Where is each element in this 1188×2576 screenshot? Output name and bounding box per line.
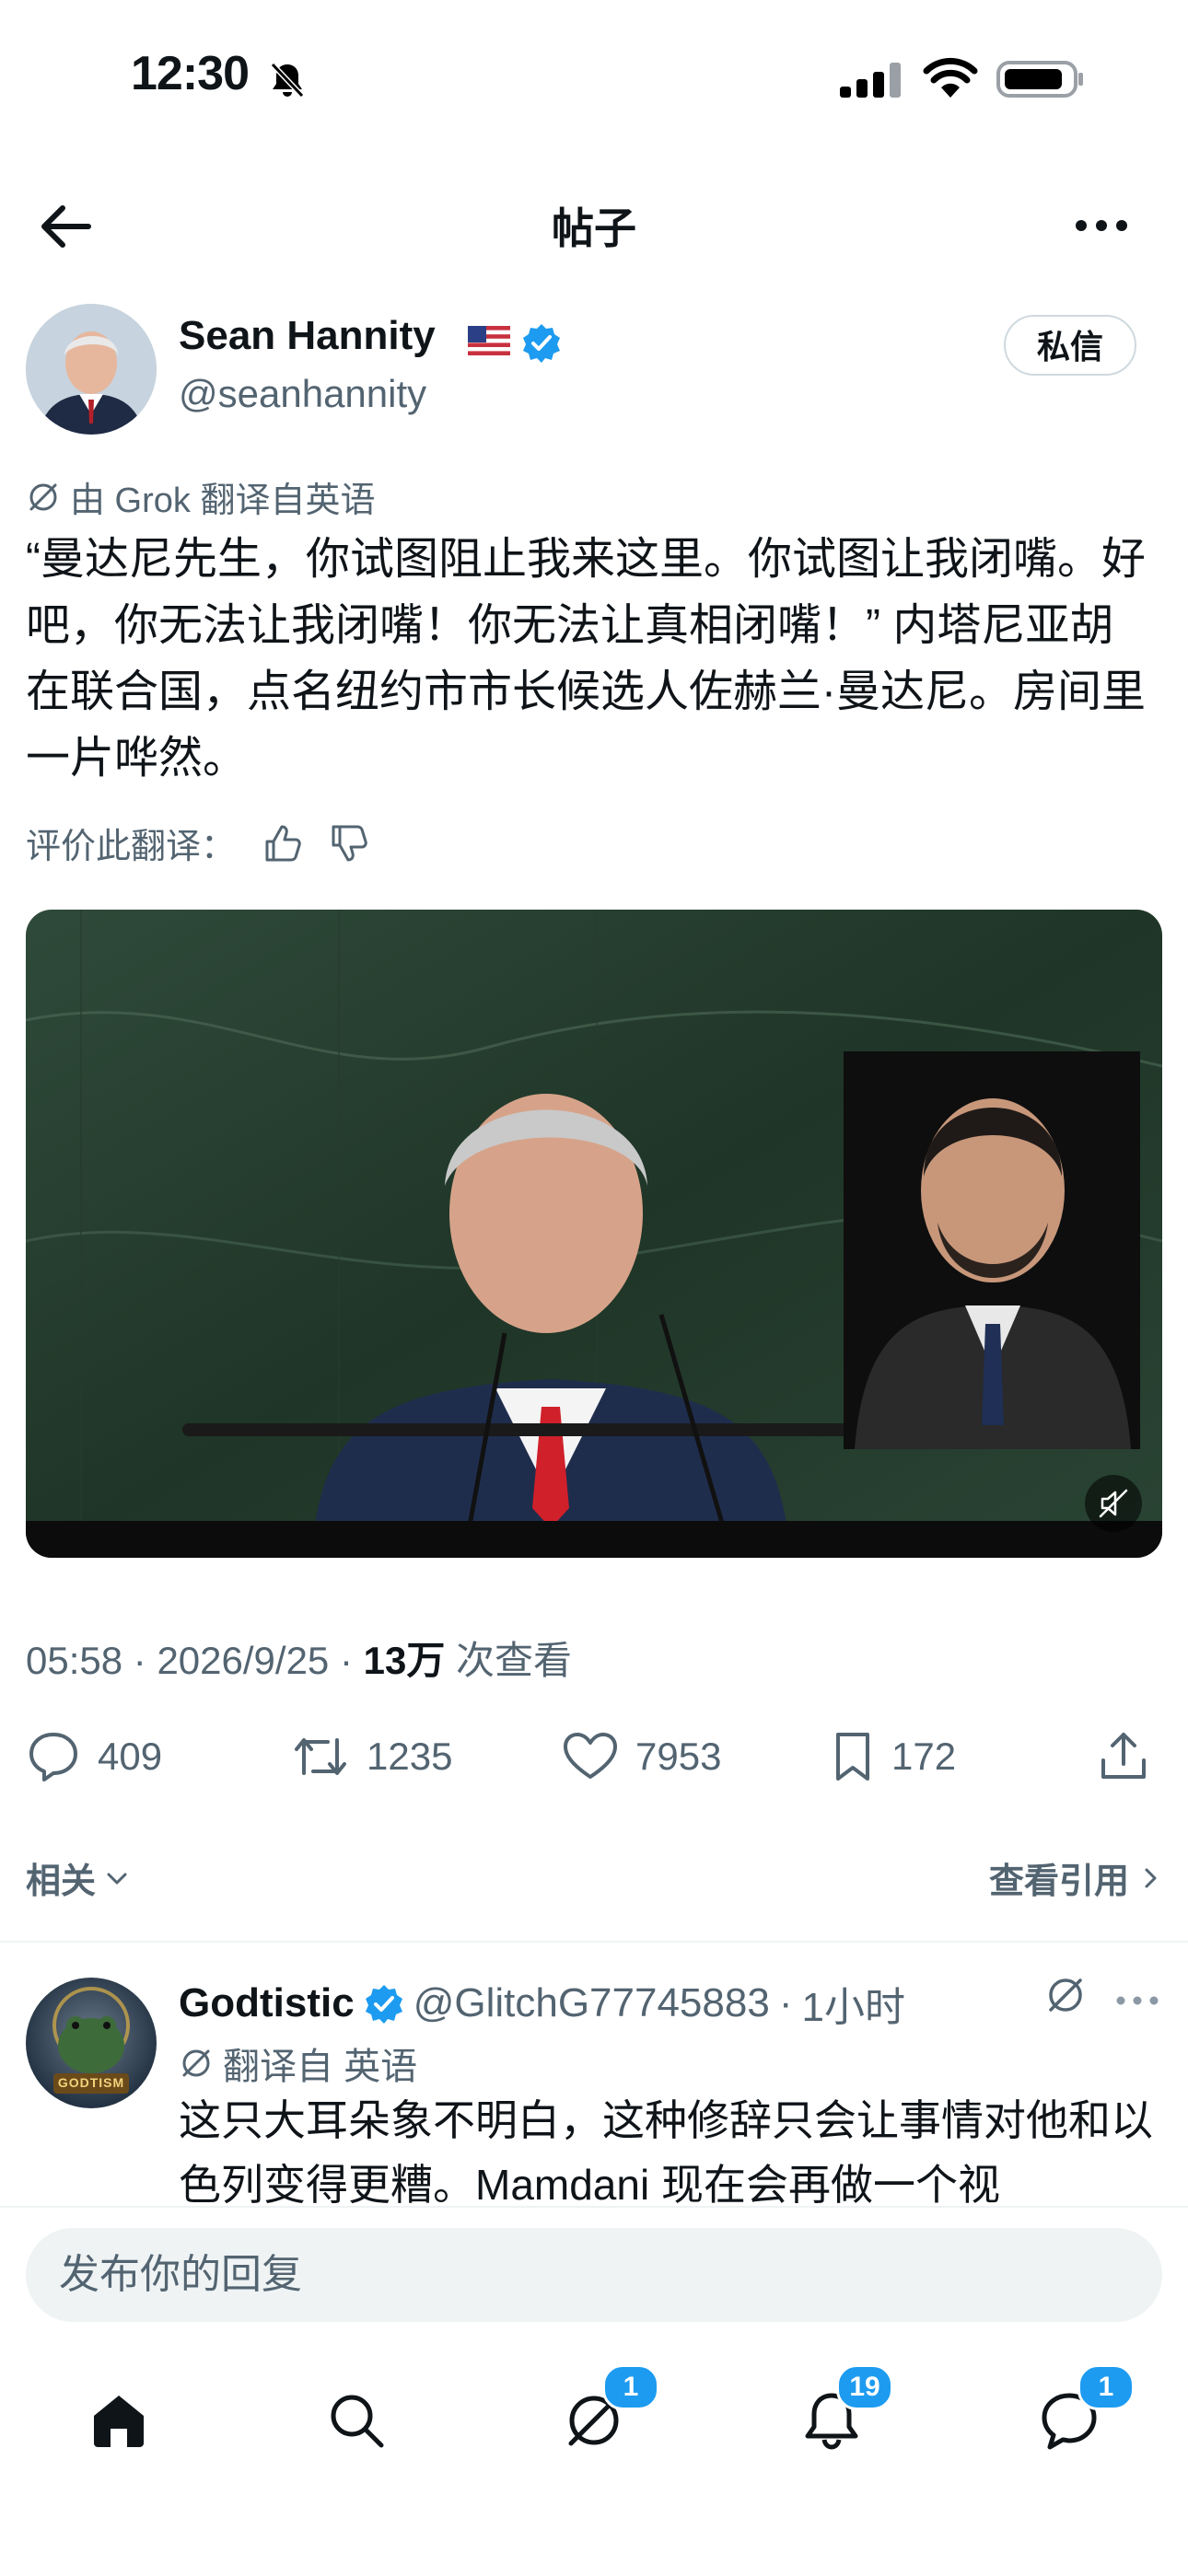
tab-messages[interactable]: 1 [1028, 2364, 1135, 2462]
grok-icon [182, 2049, 210, 2077]
thumbs-up-icon[interactable] [262, 823, 302, 864]
translation-note: 由 Grok 翻译自英语 [26, 471, 375, 522]
rate-translation: 评价此翻译： [26, 818, 368, 868]
post-text: “曼达尼先生，你试图阻止我来这里。你试图让我闭嘴。好吧，你无法让我闭嘴！你无法让… [26, 535, 1146, 783]
grok-translate-button[interactable] [1044, 1974, 1087, 2016]
reply-action[interactable]: 409 [26, 1729, 162, 1784]
reply-header: Godtistic @GlitchG77745883 · 1小时 [179, 1974, 905, 2033]
verified-badge-icon [365, 1985, 402, 2024]
reply-text-container: 这只大耳朵象不明白，这种修辞只会让事情对他和以色列变得更糟。Mamdani 现在… [179, 2088, 1159, 2208]
translation-note-text: 由 Grok 翻译自英语 [70, 482, 376, 520]
reply-time: 1小时 [801, 1985, 905, 2030]
tab-grok[interactable]: 1 [553, 2364, 659, 2462]
reply-translation-text: 翻译自 英语 [223, 2047, 418, 2087]
reply-icon [29, 1733, 77, 1781]
chevron-down-icon [107, 1873, 127, 1884]
cellular-signal-icon [840, 63, 903, 98]
tab-notifications[interactable]: 19 [790, 2364, 893, 2462]
dm-button[interactable]: 私信 [1004, 315, 1136, 376]
reply-text: 这只大耳朵象不明白，这种修辞只会让事情对他和以色列变得更糟。Mamdani 现在… [179, 2096, 1153, 2208]
us-flag-icon [468, 326, 510, 355]
like-count: 7953 [635, 1735, 722, 1778]
bell-muted-icon [269, 61, 306, 99]
chevron-right-icon [1145, 1868, 1157, 1887]
battery-icon [996, 59, 1085, 99]
author-avatar[interactable] [26, 304, 157, 435]
related-label: 相关 [26, 1862, 97, 1901]
mute-button[interactable] [1085, 1475, 1142, 1532]
speaker-muted-icon [1099, 1489, 1128, 1518]
reply-author-handle[interactable]: @GlitchG77745883 [413, 1980, 770, 2026]
view-quotes-label: 查看引用 [988, 1862, 1129, 1901]
author-name[interactable]: Sean Hannity [179, 313, 436, 359]
retweet-icon [295, 1738, 346, 1775]
reply-avatar[interactable]: GODTISM [26, 1978, 157, 2108]
post-meta: 05:58 · 2026/9/25 · 13万 次查看 [26, 1639, 573, 1682]
search-icon [331, 2395, 384, 2448]
reply-input[interactable]: 发布你的回复 [26, 2228, 1162, 2322]
retweet-action[interactable]: 1235 [291, 1729, 452, 1784]
heart-icon [564, 1733, 617, 1779]
views-count: 13万 [363, 1639, 446, 1682]
grok-icon [29, 483, 57, 510]
grok-badge: 1 [602, 2364, 659, 2410]
grok-icon [1049, 1978, 1082, 2012]
status-time: 12:30 [131, 47, 250, 100]
divider [0, 1941, 1188, 1943]
post-time: 05:58 [26, 1639, 123, 1682]
post-video[interactable] [26, 910, 1162, 1558]
share-button[interactable] [1096, 1729, 1151, 1784]
reply-author-name[interactable]: Godtistic [179, 1980, 355, 2026]
more-options-button[interactable] [1068, 203, 1135, 249]
view-quotes-link[interactable]: 查看引用 [989, 1852, 1160, 1903]
verified-badge-icon [521, 322, 562, 363]
author-handle[interactable]: @seanhannity [179, 372, 426, 416]
more-dots-icon [1076, 220, 1127, 231]
rate-translation-label: 评价此翻译： [26, 828, 237, 866]
related-sort-button[interactable]: 相关 [26, 1852, 131, 1903]
reply-translation-note: 翻译自 英语 [179, 2036, 417, 2090]
reply-count: 409 [98, 1735, 163, 1778]
tab-home[interactable] [77, 2379, 160, 2462]
notifications-badge: 19 [836, 2364, 893, 2410]
bookmark-action[interactable]: 172 [831, 1729, 956, 1784]
page-title: 帖子 [552, 204, 636, 252]
like-action[interactable]: 7953 [562, 1729, 721, 1784]
share-icon [1101, 1733, 1146, 1779]
home-icon [94, 2396, 144, 2447]
reply-more-button[interactable] [1114, 1994, 1160, 2007]
more-dots-icon [1116, 1996, 1159, 2005]
tab-search[interactable] [315, 2379, 398, 2462]
avatar-caption: GODTISM [57, 2075, 125, 2090]
retweet-count: 1235 [367, 1735, 453, 1778]
bookmark-count: 172 [891, 1735, 957, 1778]
messages-badge: 1 [1077, 2364, 1135, 2410]
wifi-icon [923, 57, 978, 98]
post-date: 2026/9/25 [157, 1639, 330, 1682]
thumbs-down-icon[interactable] [328, 823, 368, 864]
views-label: 次查看 [456, 1639, 573, 1682]
bookmark-icon [836, 1733, 869, 1781]
